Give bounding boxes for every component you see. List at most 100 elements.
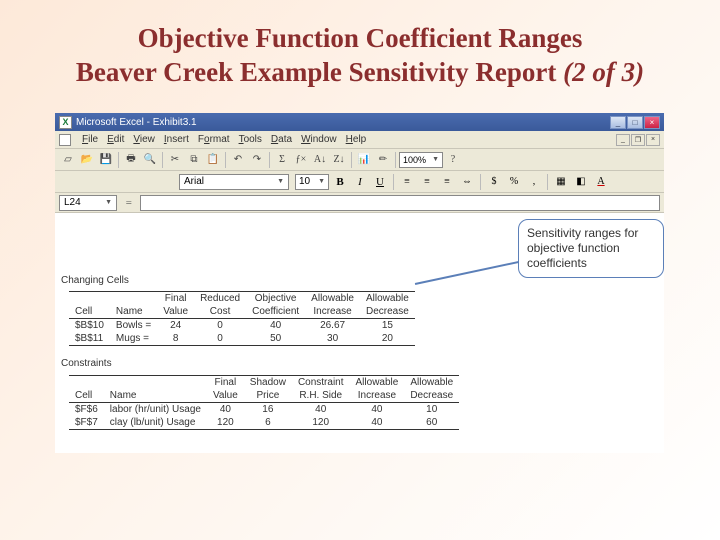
col-header: Allowable	[305, 292, 360, 306]
percent-icon[interactable]: %	[505, 173, 523, 191]
cell[interactable]: $B$10	[69, 319, 110, 333]
titlebar-doc: Exhibit3.1	[153, 117, 197, 128]
print-icon[interactable]: 🖶	[122, 151, 140, 169]
cell[interactable]: 0	[194, 319, 246, 333]
excel-window: X Microsoft Excel - Exhibit3.1 _ □ × Fil…	[55, 113, 664, 453]
menu-edit[interactable]: Edit	[107, 134, 124, 145]
new-icon[interactable]: ▱	[59, 151, 77, 169]
cell[interactable]: $F$6	[69, 403, 104, 417]
cell[interactable]: 26.67	[305, 319, 360, 333]
col-header: Coefficient	[246, 305, 305, 319]
menu-format[interactable]: Format	[198, 134, 230, 145]
col-header: Cell	[69, 305, 110, 319]
col-header: Objective	[246, 292, 305, 306]
drawing-icon[interactable]: ✏	[374, 151, 392, 169]
cell[interactable]: 8	[157, 332, 194, 346]
col-header	[69, 376, 104, 390]
table-row: $F$7 clay (lb/unit) Usage 120 6 120 40 6…	[69, 416, 459, 430]
zoom-dropdown[interactable]: 100% ▼	[399, 152, 443, 168]
cell[interactable]: 40	[246, 319, 305, 333]
redo-icon[interactable]: ↷	[248, 151, 266, 169]
cell[interactable]: 40	[207, 403, 244, 417]
col-header: Decrease	[360, 305, 415, 319]
cell[interactable]: clay (lb/unit) Usage	[104, 416, 207, 430]
open-icon[interactable]: 📂	[78, 151, 96, 169]
cell[interactable]: 16	[244, 403, 292, 417]
cell[interactable]: 15	[360, 319, 415, 333]
mdi-minimize-button[interactable]: _	[616, 134, 630, 146]
menu-tools[interactable]: Tools	[239, 134, 262, 145]
excel-icon: X	[59, 116, 72, 129]
chart-wizard-icon[interactable]: 📊	[355, 151, 373, 169]
menu-help[interactable]: Help	[346, 134, 367, 145]
col-header	[69, 292, 110, 306]
cell[interactable]: 50	[246, 332, 305, 346]
cell[interactable]: 40	[350, 403, 405, 417]
cell[interactable]: 0	[194, 332, 246, 346]
menu-file[interactable]: File	[82, 134, 98, 145]
cell[interactable]: $F$7	[69, 416, 104, 430]
cell[interactable]: Mugs =	[110, 332, 157, 346]
close-button[interactable]: ×	[644, 116, 660, 129]
fill-color-icon[interactable]: ◧	[572, 173, 590, 191]
name-box[interactable]: L24 ▼	[59, 195, 117, 211]
formatting-toolbar: Arial ▼ 10 ▼ B I U ≡ ≡ ≡ ⇔ $ % , ▦ ◧ A	[55, 171, 664, 193]
cell[interactable]: labor (hr/unit) Usage	[104, 403, 207, 417]
workbook-icon	[59, 134, 71, 146]
copy-icon[interactable]: ⧉	[185, 151, 203, 169]
cell[interactable]: 60	[404, 416, 459, 430]
function-icon[interactable]: ƒ×	[292, 151, 310, 169]
titlebar: X Microsoft Excel - Exhibit3.1 _ □ ×	[55, 113, 664, 131]
font-color-icon[interactable]: A	[592, 173, 610, 191]
cut-icon[interactable]: ✂	[166, 151, 184, 169]
italic-button[interactable]: I	[351, 173, 369, 191]
currency-icon[interactable]: $	[485, 173, 503, 191]
align-right-icon[interactable]: ≡	[438, 173, 456, 191]
cell[interactable]: 20	[360, 332, 415, 346]
cell[interactable]: 120	[207, 416, 244, 430]
font-dropdown[interactable]: Arial ▼	[179, 174, 289, 190]
comma-icon[interactable]: ,	[525, 173, 543, 191]
chevron-down-icon: ▼	[277, 178, 284, 185]
col-header: Allowable	[350, 376, 405, 390]
borders-icon[interactable]: ▦	[552, 173, 570, 191]
maximize-button[interactable]: □	[627, 116, 643, 129]
print-preview-icon[interactable]: 🔍	[141, 151, 159, 169]
cell[interactable]: 6	[244, 416, 292, 430]
menu-window[interactable]: Window	[301, 134, 337, 145]
cell[interactable]: 10	[404, 403, 459, 417]
menubar: File Edit View Insert Format Tools Data …	[55, 131, 664, 149]
sort-desc-icon[interactable]: Z↓	[330, 151, 348, 169]
mdi-restore-button[interactable]: ❐	[631, 134, 645, 146]
callout-text: Sensitivity ranges for objective functio…	[527, 226, 638, 270]
changing-cells-table: Final Reduced Objective Allowable Allowa…	[69, 291, 415, 346]
cell[interactable]: Bowls =	[110, 319, 157, 333]
table-row: $F$6 labor (hr/unit) Usage 40 16 40 40 1…	[69, 403, 459, 417]
merge-center-icon[interactable]: ⇔	[458, 173, 476, 191]
underline-button[interactable]: U	[371, 173, 389, 191]
cell[interactable]: 40	[292, 403, 350, 417]
menu-data[interactable]: Data	[271, 134, 292, 145]
cell[interactable]: 40	[350, 416, 405, 430]
save-icon[interactable]: 💾	[97, 151, 115, 169]
bold-button[interactable]: B	[331, 173, 349, 191]
col-header: Price	[244, 389, 292, 403]
font-size-dropdown[interactable]: 10 ▼	[295, 174, 329, 190]
help-icon[interactable]: ?	[444, 151, 462, 169]
autosum-icon[interactable]: Σ	[273, 151, 291, 169]
cell[interactable]: 24	[157, 319, 194, 333]
minimize-button[interactable]: _	[610, 116, 626, 129]
mdi-close-button[interactable]: ×	[646, 134, 660, 146]
align-left-icon[interactable]: ≡	[398, 173, 416, 191]
cell[interactable]: 120	[292, 416, 350, 430]
cell[interactable]: 30	[305, 332, 360, 346]
table-header-row: Cell Name Value Price R.H. Side Increase…	[69, 389, 459, 403]
formula-input[interactable]	[140, 195, 660, 211]
paste-icon[interactable]: 📋	[204, 151, 222, 169]
menu-insert[interactable]: Insert	[164, 134, 189, 145]
cell[interactable]: $B$11	[69, 332, 110, 346]
undo-icon[interactable]: ↶	[229, 151, 247, 169]
menu-view[interactable]: View	[133, 134, 155, 145]
sort-asc-icon[interactable]: A↓	[311, 151, 329, 169]
align-center-icon[interactable]: ≡	[418, 173, 436, 191]
